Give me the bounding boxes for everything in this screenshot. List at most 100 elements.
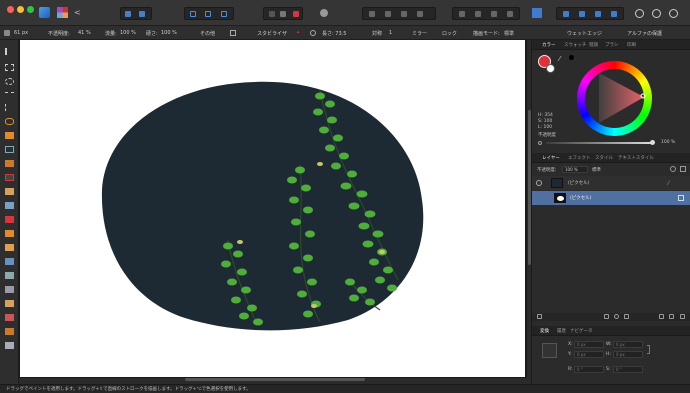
- intersect-op-icon[interactable]: [401, 11, 407, 17]
- layer-checkbox[interactable]: [678, 195, 684, 201]
- subtract-op-icon[interactable]: [385, 11, 391, 17]
- tab-print[interactable]: 印刷: [627, 42, 636, 48]
- eyedropper-icon[interactable]: [5, 160, 14, 167]
- app-logo-icon[interactable]: [39, 7, 50, 18]
- view-tools-group[interactable]: [120, 7, 152, 20]
- tab-navigator[interactable]: ナビゲータ: [570, 328, 593, 334]
- flow-value[interactable]: 100 %: [120, 30, 136, 36]
- s-field[interactable]: 0 °: [613, 366, 643, 373]
- tab-layers[interactable]: レイヤー: [542, 155, 560, 161]
- blend-mode-select[interactable]: 標準: [504, 30, 514, 37]
- color-picker-icon[interactable]: ⁄: [559, 55, 560, 63]
- layer-row[interactable]: (ピクセル) ⁄: [532, 176, 690, 190]
- w-field[interactable]: 0 px: [613, 341, 643, 348]
- symmetry-value[interactable]: 1: [389, 30, 392, 36]
- persona-pixel-icon[interactable]: [57, 7, 68, 18]
- backward-icon[interactable]: [475, 11, 481, 17]
- x-field[interactable]: 0 px: [574, 341, 604, 348]
- zoom-window-button[interactable]: [27, 6, 34, 13]
- rope-mode-icon[interactable]: ✦: [296, 30, 303, 36]
- snap-icon[interactable]: [190, 11, 196, 17]
- layer-lock-icon[interactable]: [680, 166, 686, 172]
- stabilizer-length[interactable]: 長さ: 73.5: [322, 30, 346, 37]
- protect-alpha-checkbox[interactable]: アルファの保護: [627, 30, 662, 37]
- layers-menu-icon[interactable]: [537, 314, 542, 319]
- align-icon[interactable]: [532, 8, 542, 18]
- eraser-icon[interactable]: [5, 188, 14, 195]
- minimize-window-button[interactable]: [17, 6, 24, 13]
- hand-icon[interactable]: [5, 328, 14, 335]
- divide-op-icon[interactable]: [417, 11, 423, 17]
- lasso-icon[interactable]: [5, 118, 14, 125]
- crop-icon[interactable]: [5, 146, 14, 153]
- pen-icon[interactable]: [5, 300, 14, 307]
- add-layer-icon[interactable]: [659, 314, 664, 319]
- back-icon[interactable]: [459, 11, 465, 17]
- rotate-cw-icon[interactable]: [611, 11, 617, 17]
- quick-mask-icon[interactable]: [293, 11, 299, 17]
- opacity-slider[interactable]: [546, 142, 652, 144]
- share-icon[interactable]: <: [74, 8, 83, 17]
- tab-color[interactable]: カラー: [542, 42, 556, 48]
- move-tool-icon[interactable]: [5, 48, 14, 55]
- clone-icon[interactable]: [5, 244, 14, 251]
- opacity-slider-handle[interactable]: [650, 140, 655, 145]
- r-field[interactable]: 0 °: [574, 366, 604, 373]
- hand-view-icon[interactable]: [125, 11, 131, 17]
- delete-layer-icon[interactable]: [680, 314, 685, 319]
- tab-gradient[interactable]: 階調: [589, 42, 598, 48]
- paint-brush-icon[interactable]: [5, 174, 14, 181]
- arrange-group[interactable]: [452, 7, 520, 20]
- selection-group[interactable]: [263, 7, 303, 20]
- mirror-button[interactable]: ミラー: [412, 30, 427, 37]
- secondary-color-swatch[interactable]: [546, 64, 555, 73]
- black-swatch[interactable]: [569, 55, 574, 60]
- flood-fill-icon[interactable]: [5, 202, 14, 209]
- layer-blend-select[interactable]: 標準: [592, 167, 601, 173]
- grid-icon[interactable]: [205, 11, 211, 17]
- opacity-value[interactable]: 41 %: [78, 30, 91, 36]
- tab-transform[interactable]: 変換: [540, 328, 549, 334]
- layer-edit-icon[interactable]: ⁄: [668, 180, 669, 187]
- add-op-icon[interactable]: [369, 11, 375, 17]
- y-field[interactable]: 0 px: [574, 351, 604, 358]
- horizontal-scrollbar[interactable]: [185, 378, 365, 381]
- alignment-group[interactable]: [184, 7, 234, 20]
- preferences-icon[interactable]: [652, 9, 661, 18]
- shape-icon[interactable]: [5, 314, 14, 321]
- window-mode-icon[interactable]: [310, 30, 316, 36]
- zoom-icon[interactable]: [5, 342, 14, 349]
- dodge-icon[interactable]: [5, 216, 14, 223]
- more-button[interactable]: その他: [200, 30, 215, 37]
- row-marquee-icon[interactable]: [5, 92, 14, 99]
- tab-brushes[interactable]: ブラシ: [605, 42, 618, 48]
- color-opacity-value[interactable]: 100 %: [661, 140, 675, 145]
- rotate-ccw-icon[interactable]: [595, 11, 601, 17]
- zoom-view-icon[interactable]: [139, 11, 145, 17]
- tab-swatches[interactable]: スウォッチ: [564, 42, 587, 48]
- lock-button[interactable]: ロック: [442, 30, 457, 37]
- flip-h-icon[interactable]: [563, 11, 569, 17]
- transform-group[interactable]: [556, 7, 624, 20]
- anchor-selector[interactable]: [542, 343, 557, 358]
- stabilizer-checkbox[interactable]: スタビライザ: [257, 30, 287, 37]
- layer-opacity-field[interactable]: 100 %: [562, 166, 588, 173]
- boolean-ops-group[interactable]: [362, 7, 436, 20]
- blur-icon[interactable]: [5, 272, 14, 279]
- force-pressure-icon[interactable]: [230, 30, 236, 36]
- flip-v-icon[interactable]: [579, 11, 585, 17]
- tab-history[interactable]: 履歴: [557, 328, 566, 334]
- ellipse-marquee-icon[interactable]: [5, 78, 14, 85]
- visibility-icon[interactable]: [536, 180, 542, 186]
- pixel-grid-icon[interactable]: [221, 11, 227, 17]
- tab-styles[interactable]: スタイル: [595, 155, 613, 161]
- forward-icon[interactable]: [491, 11, 497, 17]
- tab-effects[interactable]: エフェクト: [568, 155, 591, 161]
- color-wheel[interactable]: [577, 61, 652, 136]
- mask-icon[interactable]: [604, 314, 609, 319]
- assistant-icon[interactable]: [635, 9, 644, 18]
- burn-icon[interactable]: [5, 230, 14, 237]
- rect-marquee-icon[interactable]: [5, 64, 14, 71]
- live-filter-icon[interactable]: [624, 314, 629, 319]
- selection-mode-icon[interactable]: [280, 11, 286, 17]
